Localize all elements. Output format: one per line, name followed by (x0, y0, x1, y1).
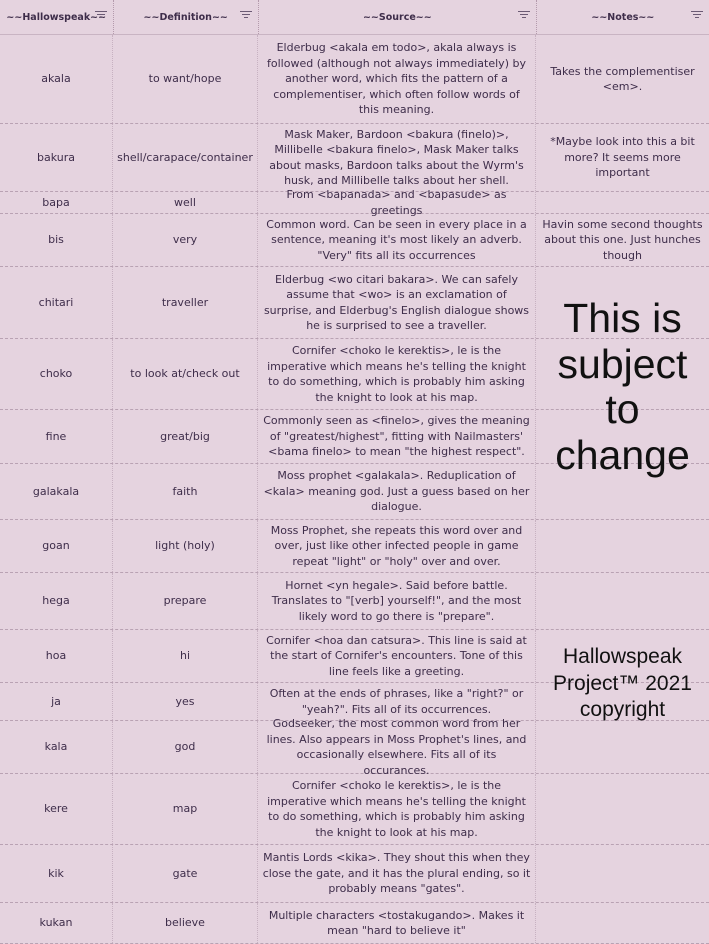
word-cell[interactable]: kala (0, 721, 113, 773)
source-cell[interactable]: Mantis Lords <kika>. They shout this whe… (258, 845, 536, 902)
definition-cell[interactable]: traveller (113, 267, 258, 338)
source-cell[interactable]: Moss Prophet, she repeats this word over… (258, 520, 536, 572)
table-row[interactable]: galakala faith Moss prophet <galakala>. … (0, 464, 709, 520)
column-header-notes[interactable]: ~~Notes~~ (537, 0, 709, 34)
source-cell[interactable]: Moss prophet <galakala>. Reduplication o… (258, 464, 536, 519)
word-cell[interactable]: fine (0, 410, 113, 463)
table-row[interactable]: goan light (holy) Moss Prophet, she repe… (0, 520, 709, 573)
table-row[interactable]: kukan believe Multiple characters <tosta… (0, 903, 709, 944)
table-row[interactable]: akala to want/hope Elderbug <akala em to… (0, 35, 709, 124)
word-cell[interactable]: hega (0, 573, 113, 629)
table-row[interactable]: kala god Godseeker, the most common word… (0, 717, 709, 777)
table-row[interactable]: bis very Common word. Can be seen in eve… (0, 214, 709, 267)
definition-cell[interactable]: light (holy) (113, 520, 258, 572)
definition-cell[interactable]: faith (113, 464, 258, 519)
word-cell[interactable]: chitari (0, 267, 113, 338)
definition-cell[interactable]: to look at/check out (113, 339, 258, 409)
word-cell[interactable]: kukan (0, 903, 113, 943)
notes-cell[interactable]: Takes the complementiser <em>. (536, 35, 709, 123)
table-header: ~~Hallowspeak~~ ~~Definition~~ ~~Source~… (0, 0, 709, 35)
table-row[interactable]: choko to look at/check out Cornifer <cho… (0, 339, 709, 410)
definition-cell[interactable]: shell/carapace/container (113, 124, 258, 191)
column-header-label: ~~Source~~ (362, 11, 432, 23)
column-header-label: ~~Notes~~ (591, 11, 655, 23)
source-cell[interactable]: Cornifer <choko le kerektis>, le is the … (258, 774, 536, 844)
notes-cell[interactable]: Havin some second thoughts about this on… (536, 214, 709, 266)
source-cell[interactable]: Elderbug <wo citari bakara>. We can safe… (258, 267, 536, 338)
filter-icon[interactable] (94, 11, 107, 21)
source-cell[interactable]: Commonly seen as <finelo>, gives the mea… (258, 410, 536, 463)
column-header-definition[interactable]: ~~Definition~~ (114, 0, 259, 34)
notes-cell[interactable] (536, 903, 709, 943)
definition-cell[interactable]: hi (113, 630, 258, 682)
notes-cell[interactable] (536, 410, 709, 463)
word-cell[interactable]: ja (0, 683, 113, 720)
word-cell[interactable]: bakura (0, 124, 113, 191)
filter-icon[interactable] (517, 11, 530, 21)
table-row[interactable]: bapa well From <bapanada> and <bapasude>… (0, 188, 709, 217)
word-cell[interactable]: akala (0, 35, 113, 123)
word-cell[interactable]: kik (0, 845, 113, 902)
source-cell[interactable]: Cornifer <hoa dan catsura>. This line is… (258, 630, 536, 682)
source-cell[interactable]: Elderbug <akala em todo>, akala always i… (258, 35, 536, 123)
source-cell[interactable]: Multiple characters <tostakugando>. Make… (258, 903, 536, 943)
table-row[interactable]: kere map Cornifer <choko le kerektis>, l… (0, 774, 709, 845)
table-row[interactable]: bakura shell/carapace/container Mask Mak… (0, 124, 709, 192)
column-header-source[interactable]: ~~Source~~ (259, 0, 537, 34)
notes-cell[interactable] (536, 464, 709, 519)
notes-cell[interactable] (536, 573, 709, 629)
source-cell[interactable]: Common word. Can be seen in every place … (258, 214, 536, 266)
notes-cell[interactable] (536, 721, 709, 773)
definition-cell[interactable]: map (113, 774, 258, 844)
column-header-label: ~~Hallowspeak~~ (6, 11, 107, 23)
definition-cell[interactable]: great/big (113, 410, 258, 463)
table-body: akala to want/hope Elderbug <akala em to… (0, 35, 709, 944)
table-row[interactable]: chitari traveller Elderbug <wo citari ba… (0, 267, 709, 339)
table-row[interactable]: kik gate Mantis Lords <kika>. They shout… (0, 845, 709, 903)
word-cell[interactable]: kere (0, 774, 113, 844)
table-row[interactable]: fine great/big Commonly seen as <finelo>… (0, 410, 709, 464)
word-cell[interactable]: goan (0, 520, 113, 572)
notes-cell[interactable] (536, 630, 709, 682)
source-cell[interactable]: Godseeker, the most common word from her… (258, 717, 536, 777)
source-cell[interactable]: Cornifer <choko le kerektis>, le is the … (258, 339, 536, 409)
word-cell[interactable]: bapa (0, 192, 113, 213)
definition-cell[interactable]: prepare (113, 573, 258, 629)
word-cell[interactable]: bis (0, 214, 113, 266)
notes-cell[interactable] (536, 192, 709, 213)
source-cell[interactable]: Often at the ends of phrases, like a "ri… (258, 683, 536, 720)
notes-cell[interactable] (536, 520, 709, 572)
notes-cell[interactable] (536, 683, 709, 720)
notes-cell[interactable] (536, 339, 709, 409)
definition-cell[interactable]: very (113, 214, 258, 266)
word-cell[interactable]: choko (0, 339, 113, 409)
column-header-hallowspeak[interactable]: ~~Hallowspeak~~ (0, 0, 114, 34)
notes-cell[interactable] (536, 845, 709, 902)
definition-cell[interactable]: well (113, 192, 258, 213)
column-header-label: ~~Definition~~ (143, 11, 228, 23)
definition-cell[interactable]: gate (113, 845, 258, 902)
notes-cell[interactable] (536, 267, 709, 338)
filter-icon[interactable] (239, 11, 252, 21)
notes-cell[interactable]: *Maybe look into this a bit more? It see… (536, 124, 709, 191)
definition-cell[interactable]: yes (113, 683, 258, 720)
definition-cell[interactable]: god (113, 721, 258, 773)
filter-icon[interactable] (691, 11, 703, 21)
table-row[interactable]: hoa hi Cornifer <hoa dan catsura>. This … (0, 630, 709, 683)
table-row[interactable]: hega prepare Hornet <yn hegale>. Said be… (0, 573, 709, 630)
word-cell[interactable]: hoa (0, 630, 113, 682)
source-cell[interactable]: From <bapanada> and <bapasude> as greeti… (258, 188, 536, 217)
source-cell[interactable]: Hornet <yn hegale>. Said before battle. … (258, 573, 536, 629)
notes-cell[interactable] (536, 774, 709, 844)
definition-cell[interactable]: believe (113, 903, 258, 943)
word-cell[interactable]: galakala (0, 464, 113, 519)
source-cell[interactable]: Mask Maker, Bardoon <bakura (finelo)>, M… (258, 124, 536, 191)
definition-cell[interactable]: to want/hope (113, 35, 258, 123)
